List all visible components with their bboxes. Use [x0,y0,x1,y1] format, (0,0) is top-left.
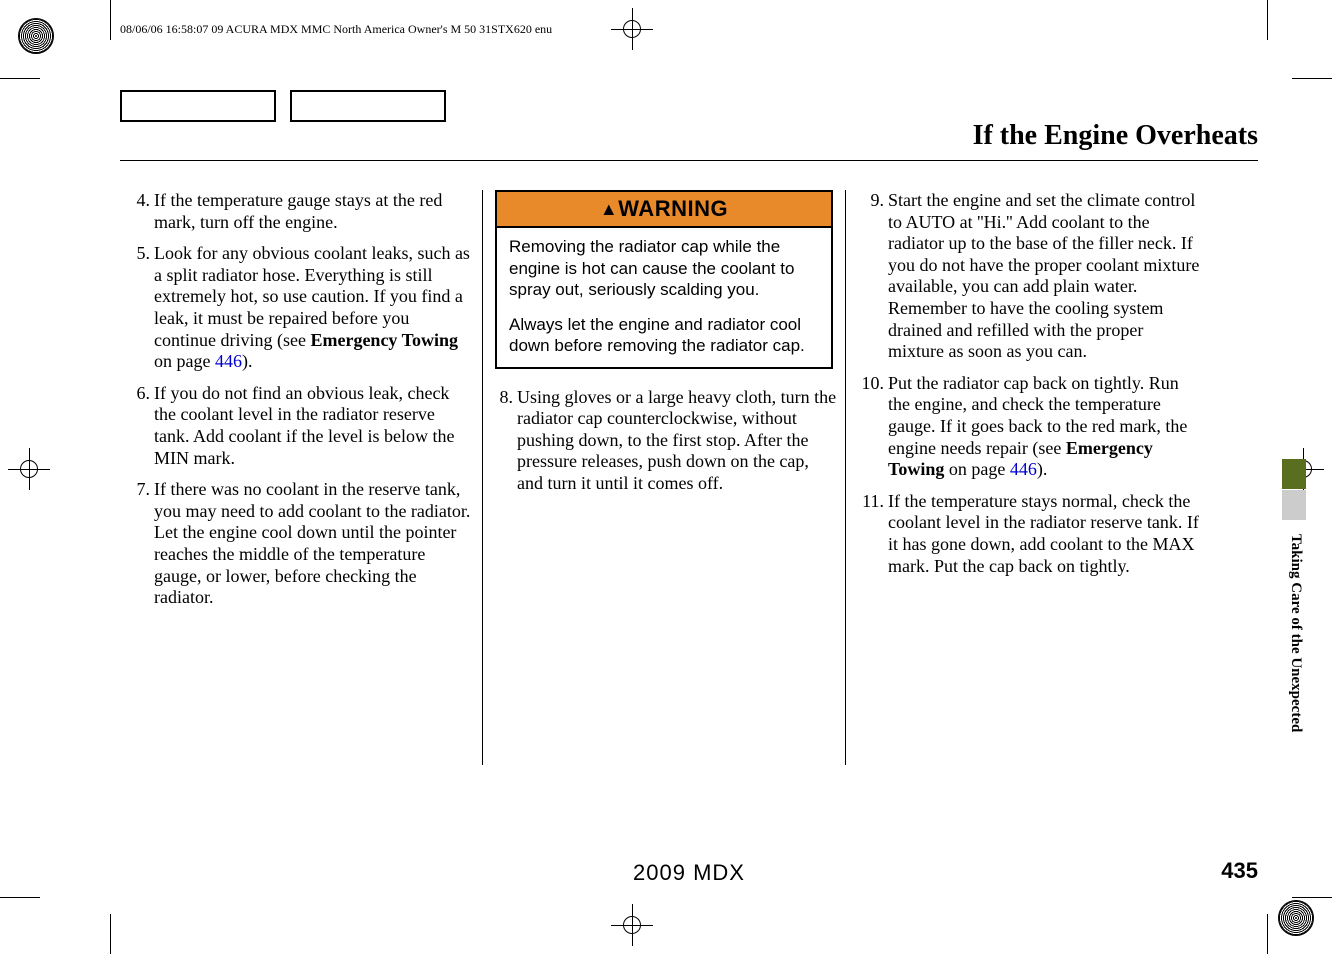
page-frame: If the Engine Overheats 4. If the temper… [120,90,1258,884]
step-4: 4. If the temperature gauge stays at the… [128,190,474,233]
page-title: If the Engine Overheats [973,120,1258,152]
printer-mark-icon [1278,900,1314,936]
column-2: ▲WARNING Removing the radiator cap while… [483,190,845,765]
step-text: If the temperature stays normal, check t… [888,491,1200,577]
page-link[interactable]: 446 [215,351,242,371]
step-text: If you do not find an obvious leak, chec… [154,383,474,469]
step-text: Look for any obvious coolant leaks, such… [154,243,474,373]
step-5: 5. Look for any obvious coolant leaks, s… [128,243,474,373]
warning-heading: ▲WARNING [497,192,831,226]
step-text: Using gloves or a large heavy cloth, tur… [517,387,837,495]
step-number: 10. [854,373,888,481]
step-number: 11. [854,491,888,577]
crop-mark-icon [110,0,111,40]
crop-mark-icon [1267,914,1268,954]
warning-triangle-icon: ▲ [600,199,618,219]
step-number: 9. [854,190,888,363]
title-rule [120,160,1258,161]
step-number: 7. [128,479,154,609]
footer-model: 2009 MDX [633,860,745,886]
step-10: 10. Put the radiator cap back on tightly… [854,373,1200,481]
crop-mark-icon [1267,0,1268,40]
page-number: 435 [1221,858,1258,884]
warning-text: Removing the radiator cap while the engi… [509,236,819,300]
step-9: 9. Start the engine and set the climate … [854,190,1200,363]
step-number: 6. [128,383,154,469]
registration-mark-icon [623,916,641,934]
crop-mark-icon [0,897,40,898]
step-number: 4. [128,190,154,233]
header-meta: 08/06/06 16:58:07 09 ACURA MDX MMC North… [120,22,552,37]
warning-box: ▲WARNING Removing the radiator cap while… [495,190,833,369]
section-side-label: Taking Care of the Unexpected [1284,534,1304,732]
section-tab [1282,459,1306,489]
registration-mark-icon [623,20,641,38]
page-link[interactable]: 446 [1010,459,1037,479]
registration-mark-icon [20,460,38,478]
step-number: 8. [491,387,517,495]
header-box-row [120,90,446,122]
crop-mark-icon [110,914,111,954]
crop-mark-icon [1292,897,1332,898]
step-8: 8. Using gloves or a large heavy cloth, … [491,387,837,495]
column-1: 4. If the temperature gauge stays at the… [120,190,482,765]
section-tab-shadow [1282,490,1306,520]
step-7: 7. If there was no coolant in the reserv… [128,479,474,609]
step-6: 6. If you do not find an obvious leak, c… [128,383,474,469]
step-11: 11. If the temperature stays normal, che… [854,491,1200,577]
content-columns: 4. If the temperature gauge stays at the… [120,190,1258,765]
step-text: Put the radiator cap back on tightly. Ru… [888,373,1200,481]
step-text: Start the engine and set the climate con… [888,190,1200,363]
step-number: 5. [128,243,154,373]
warning-body: Removing the radiator cap while the engi… [497,226,831,366]
warning-text: Always let the engine and radiator cool … [509,314,819,357]
step-text: If there was no coolant in the reserve t… [154,479,474,609]
column-3: 9. Start the engine and set the climate … [846,190,1208,765]
printer-mark-icon [18,18,54,54]
step-text: If the temperature gauge stays at the re… [154,190,474,233]
crop-mark-icon [0,78,40,79]
crop-mark-icon [1292,78,1332,79]
header-placeholder-box [290,90,446,122]
header-placeholder-box [120,90,276,122]
